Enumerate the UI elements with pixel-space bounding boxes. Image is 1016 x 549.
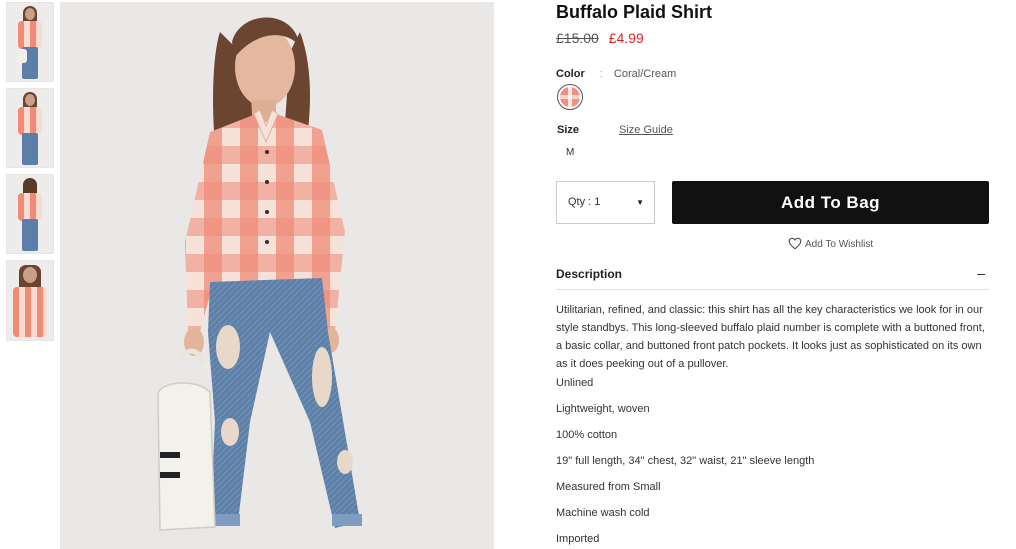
color-label: Color xyxy=(556,68,585,80)
detail-item: Measured from Small xyxy=(556,481,661,493)
divider xyxy=(556,289,989,290)
detail-item: 100% cotton xyxy=(556,429,618,441)
detail-item: Lightweight, woven xyxy=(556,403,650,415)
price-row: £15.00 £4.99 xyxy=(556,30,644,46)
original-price: £15.00 xyxy=(556,30,599,46)
add-to-bag-button[interactable]: Add To Bag xyxy=(672,181,989,224)
thumbnail-back[interactable] xyxy=(6,174,54,254)
color-swatch-coral-cream[interactable] xyxy=(557,84,583,110)
product-title: Buffalo Plaid Shirt xyxy=(556,2,713,22)
add-to-wishlist-link[interactable]: Add To Wishlist xyxy=(788,237,873,250)
detail-item: 19" full length, 34" chest, 32" waist, 2… xyxy=(556,455,815,467)
wishlist-label: Add To Wishlist xyxy=(805,239,874,250)
caret-down-icon: ▼ xyxy=(636,198,644,207)
detail-list: Unlined Lightweight, woven 100% cotton 1… xyxy=(556,377,814,549)
size-label: Size xyxy=(557,124,580,136)
color-row: Color : Coral/Cream xyxy=(556,68,676,80)
size-option-m[interactable]: M xyxy=(566,147,574,158)
sale-price: £4.99 xyxy=(608,30,644,46)
description-text: Utilitarian, refined, and classic: this … xyxy=(556,304,985,370)
detail-item: Imported xyxy=(556,533,600,545)
detail-item: Machine wash cold xyxy=(556,507,650,519)
thumbnail-list xyxy=(6,2,54,347)
quantity-select[interactable]: Qty : 1 ▼ xyxy=(556,181,655,224)
color-separator: : xyxy=(599,68,603,80)
size-guide-link[interactable]: Size Guide xyxy=(619,124,673,136)
plaid-swatch-icon xyxy=(560,87,580,107)
heart-outline-icon xyxy=(788,237,802,250)
thumbnail-closeup[interactable] xyxy=(6,260,54,341)
product-main-image[interactable] xyxy=(60,2,494,549)
model-photo-illustration xyxy=(157,17,362,531)
description-header[interactable]: Description – xyxy=(556,265,989,281)
description-heading: Description xyxy=(556,267,623,281)
thumbnail-front[interactable] xyxy=(6,2,54,82)
quantity-value: Qty : 1 xyxy=(568,196,601,208)
color-value: Coral/Cream xyxy=(613,68,677,80)
thumbnail-side[interactable] xyxy=(6,88,54,168)
detail-item: Unlined xyxy=(556,377,594,389)
collapse-minus-icon[interactable]: – xyxy=(977,265,985,281)
